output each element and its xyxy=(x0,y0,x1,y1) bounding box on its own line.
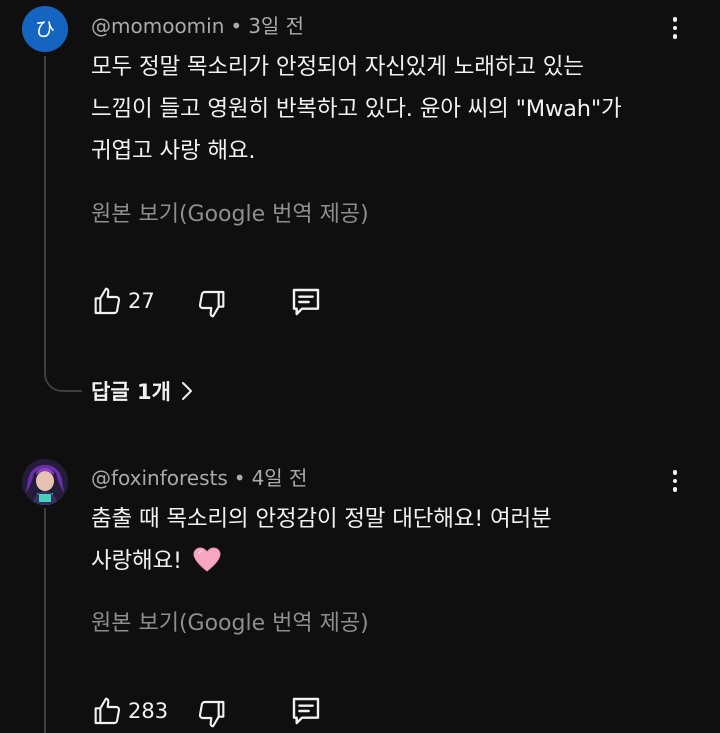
reply-icon[interactable] xyxy=(290,286,322,318)
see-original-link[interactable]: 원본 보기(Google 번역 제공) xyxy=(91,605,369,637)
like-count: 283 xyxy=(128,699,169,723)
reply-icon[interactable] xyxy=(290,695,322,727)
comment-text-line: 춤출 때 목소리의 안정감이 정말 대단해요! 여러분 xyxy=(91,506,552,532)
avatar[interactable] xyxy=(22,459,68,505)
more-options-button[interactable] xyxy=(661,465,689,497)
comment-text-line: 모두 정말 목소리가 안정되어 자신있게 노래하고 있는 xyxy=(91,54,584,80)
see-original-link[interactable]: 원본 보기(Google 번역 제공) xyxy=(91,196,369,228)
comment-text-line: 귀엽고 사랑 해요. xyxy=(91,138,256,164)
dislike-icon[interactable] xyxy=(196,288,228,320)
replies-label: 답글 1개 xyxy=(91,380,171,404)
comment-text-line: 사랑해요! xyxy=(91,543,221,575)
thread-line xyxy=(44,508,46,733)
meta-separator: • xyxy=(230,14,243,38)
comment-meta: @foxinforests • 4일 전 xyxy=(91,462,307,491)
more-vertical-icon xyxy=(672,17,678,22)
more-vertical-icon-dot xyxy=(672,478,678,484)
meta-separator: • xyxy=(233,466,246,490)
comment-timestamp[interactable]: 4일 전 xyxy=(252,466,308,490)
comment-meta: @momoomin • 3일 전 xyxy=(91,10,304,39)
more-vertical-icon-dot xyxy=(672,25,678,31)
comment-text-segment: 사랑해요! xyxy=(91,548,182,574)
thread-line xyxy=(44,56,46,346)
avatar-illustration xyxy=(22,459,68,505)
comment-text-line: 느낌이 들고 영원히 반복하고 있다. 윤아 씨의 "Mwah"가 xyxy=(91,96,622,122)
reply-connector-line xyxy=(44,340,82,392)
comment-timestamp[interactable]: 3일 전 xyxy=(248,14,304,38)
author-handle[interactable]: @momoomin xyxy=(91,14,224,38)
more-vertical-icon-dot xyxy=(672,487,678,492)
author-handle[interactable]: @foxinforests xyxy=(91,466,228,490)
chevron-right-icon xyxy=(181,382,192,400)
avatar[interactable]: ひ xyxy=(22,6,68,52)
more-vertical-icon xyxy=(672,470,678,475)
like-icon[interactable] xyxy=(91,285,123,317)
pink-heart-emoji xyxy=(193,547,221,572)
view-replies-button[interactable]: 답글 1개 xyxy=(91,376,193,406)
dislike-icon[interactable] xyxy=(196,698,228,730)
more-vertical-icon-dot xyxy=(672,34,678,39)
like-count: 27 xyxy=(128,289,155,313)
more-options-button[interactable] xyxy=(661,12,689,44)
like-icon[interactable] xyxy=(91,695,123,727)
